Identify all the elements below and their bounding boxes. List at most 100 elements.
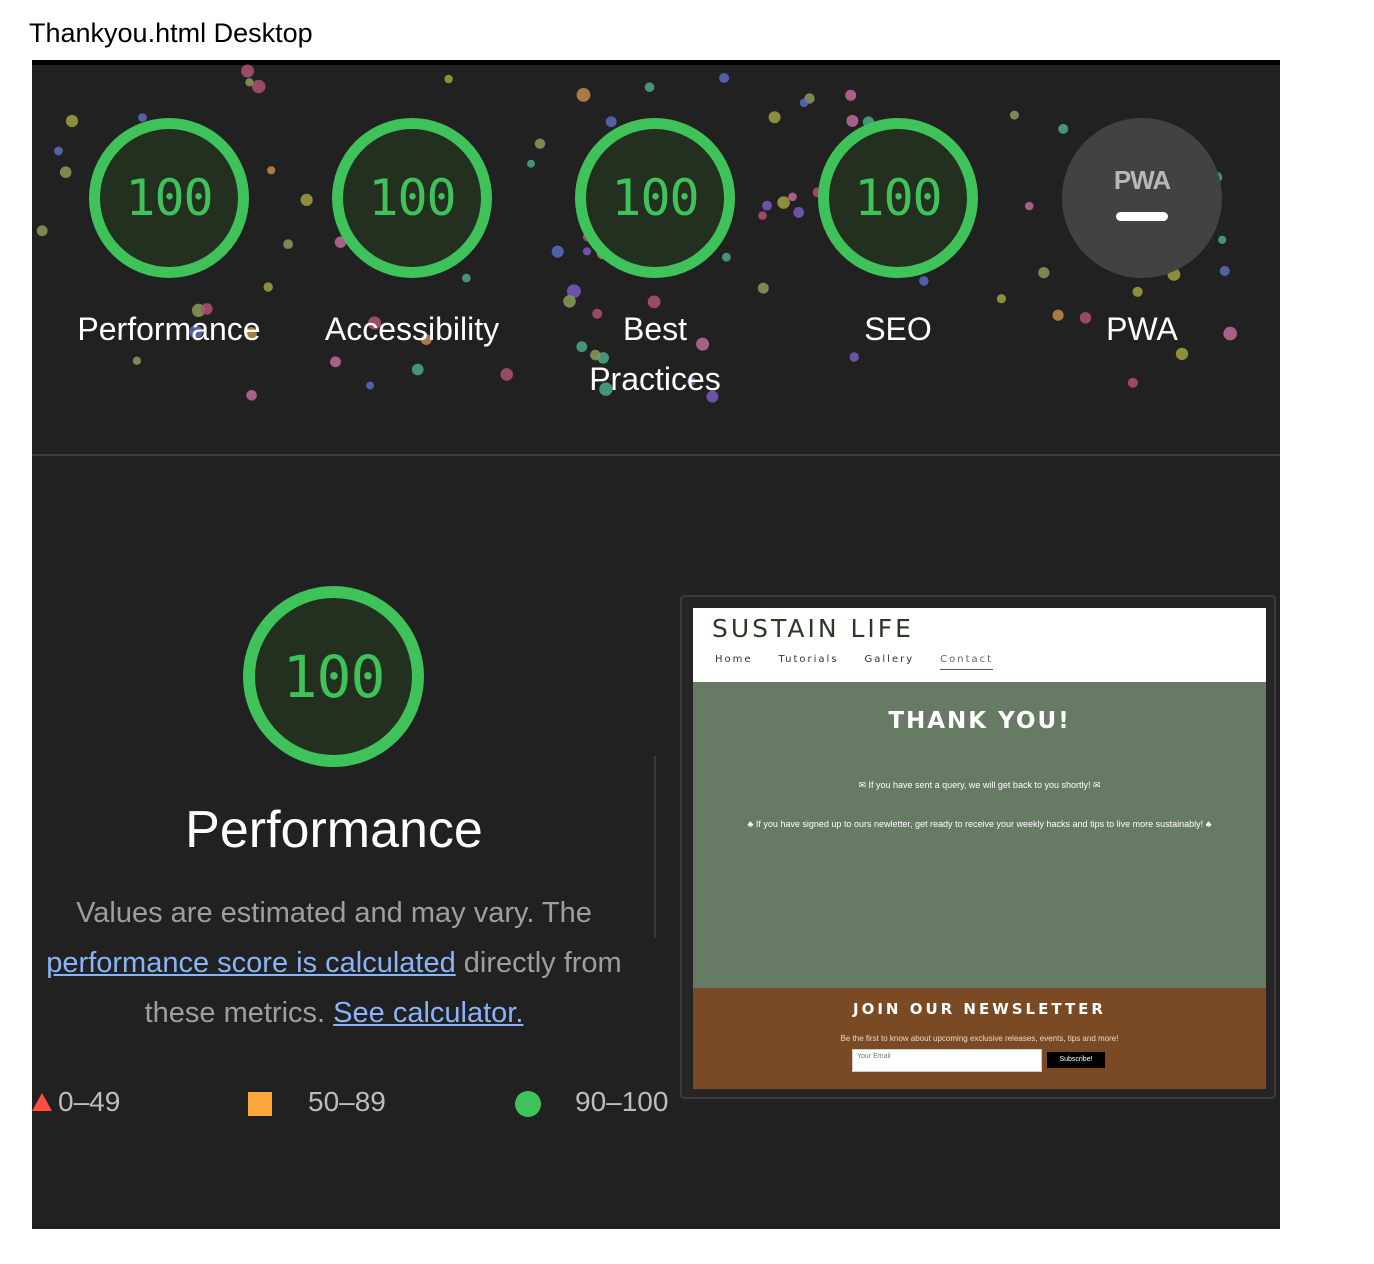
gauge-accessibility[interactable]: 100 [332,118,492,278]
performance-description: Values are estimated and may vary. The p… [32,888,646,1038]
gauge-best-practices[interactable]: 100 [575,118,735,278]
performance-title: Performance [185,801,483,859]
confetti-dot [996,294,1007,304]
confetti-dot [719,73,730,83]
final-screenshot[interactable]: SUSTAIN LIFE Home Tutorials Gallery Cont… [680,595,1276,1099]
legend-pass-label: 90–100 [575,1086,669,1117]
confetti-dot [1058,123,1069,134]
document-title: Thankyou.html Desktop [29,18,313,48]
confetti-dot [788,192,797,202]
confetti-dot [551,245,564,258]
confetti-dot [919,276,929,286]
confetti-dot [1218,235,1227,244]
gauge-score: 100 [368,169,456,227]
desc-text-1: Values are estimated and may vary. The [76,897,592,929]
performance-score: 100 [282,642,386,711]
site-footer: JOIN OUR NEWSLETTER Be the first to know… [693,988,1266,1089]
fail-triangle-icon [32,1093,52,1111]
category-label: PWA [1106,311,1178,347]
confetti-dot [576,88,591,102]
site-header: SUSTAIN LIFE Home Tutorials Gallery Cont… [693,608,1266,682]
label-pwa[interactable]: PWA [1032,304,1252,354]
category-label-line1: Best [622,311,688,347]
confetti-dot [263,282,273,292]
confetti-dot [54,146,63,156]
confetti-dot [1009,110,1019,120]
pwa-logo-icon: PWA [1113,165,1171,195]
confetti-dot [462,273,471,283]
confetti-dot [132,356,142,365]
score-calculated-link[interactable]: performance score is calculated [46,947,455,979]
performance-big-gauge: 100 [243,586,424,767]
confetti-dot [644,82,655,92]
screenshot-page: SUSTAIN LIFE Home Tutorials Gallery Cont… [693,608,1266,1089]
confetti-dot [799,98,809,108]
site-nav: Home Tutorials Gallery Contact [715,654,1019,670]
label-best-practices[interactable]: Best Practices [545,304,765,404]
label-accessibility[interactable]: Accessibility [302,304,522,354]
category-label-line2: Practices [589,361,721,397]
label-performance[interactable]: Performance [59,304,279,354]
confetti-dot [1219,266,1230,276]
confetti-dot [762,200,772,211]
gauge-score: 100 [125,169,213,227]
confetti-dot [241,64,255,78]
legend-fail-label: 0–49 [58,1086,121,1117]
confetti-dot [500,368,513,381]
confetti-dot [59,166,72,178]
section-divider [32,454,1280,456]
confetti-dot [1132,286,1143,297]
gauge-score: 100 [611,169,699,227]
confetti-dot [758,211,767,220]
category-label: Performance [77,311,261,347]
pwa-dash-icon [1116,212,1168,221]
confetti-dot [1024,201,1034,211]
category-label: Accessibility [324,311,500,347]
site-logo: SUSTAIN LIFE [712,614,914,643]
category-label: SEO [864,311,932,347]
gauge-score: 100 [854,169,942,227]
confetti-dot [36,225,48,237]
nav-tutorials: Tutorials [778,654,839,665]
newsletter-title: JOIN OUR NEWSLETTER [853,1000,1106,1018]
nav-gallery: Gallery [864,654,915,665]
confetti-dot [65,114,79,128]
newsletter-subtitle: Be the first to know about upcoming excl… [840,1034,1119,1043]
confetti-dot [283,239,293,250]
gauge-performance[interactable]: 100 [89,118,249,278]
see-calculator-link[interactable]: See calculator. [333,997,523,1029]
confetti-dot [582,247,592,256]
confetti-dot [845,89,857,101]
confetti-dot [757,282,769,294]
confetti-dot [366,381,375,390]
confetti-dot [777,196,790,209]
confetti-dot [722,252,731,262]
query-message: ✉ If you have sent a query, we will get … [858,780,1101,790]
lighthouse-report: 100 Performance 100 Accessibility 100 Be… [32,60,1280,1229]
confetti-dot [246,390,257,401]
legend-average-label: 50–89 [308,1086,386,1117]
nav-home: Home [715,654,753,665]
email-field: Your Email [852,1049,1042,1072]
confetti-dot [793,207,805,218]
newsletter-message: ♣ If you have signed up to ours newlette… [747,819,1212,829]
label-seo[interactable]: SEO [788,304,1008,354]
confetti-dot [768,111,781,124]
site-main: THANK YOU! ✉ If you have sent a query, w… [693,682,1266,988]
confetti-dot [300,193,313,206]
confetti-dot [527,159,535,168]
confetti-dot [1038,267,1050,279]
pass-circle-icon [515,1091,541,1117]
gauge-seo[interactable]: 100 [818,118,978,278]
confetti-dot [251,79,266,94]
vertical-divider [654,756,656,938]
confetti-dot [846,114,859,127]
confetti-dot [267,166,276,175]
confetti-dot [605,116,617,128]
gauge-pwa[interactable]: PWA [1062,118,1222,278]
average-square-icon [248,1092,272,1116]
thank-you-heading: THANK YOU! [888,708,1071,734]
confetti-dot [245,78,254,87]
confetti-dot [411,363,424,376]
confetti-dot [444,74,453,84]
